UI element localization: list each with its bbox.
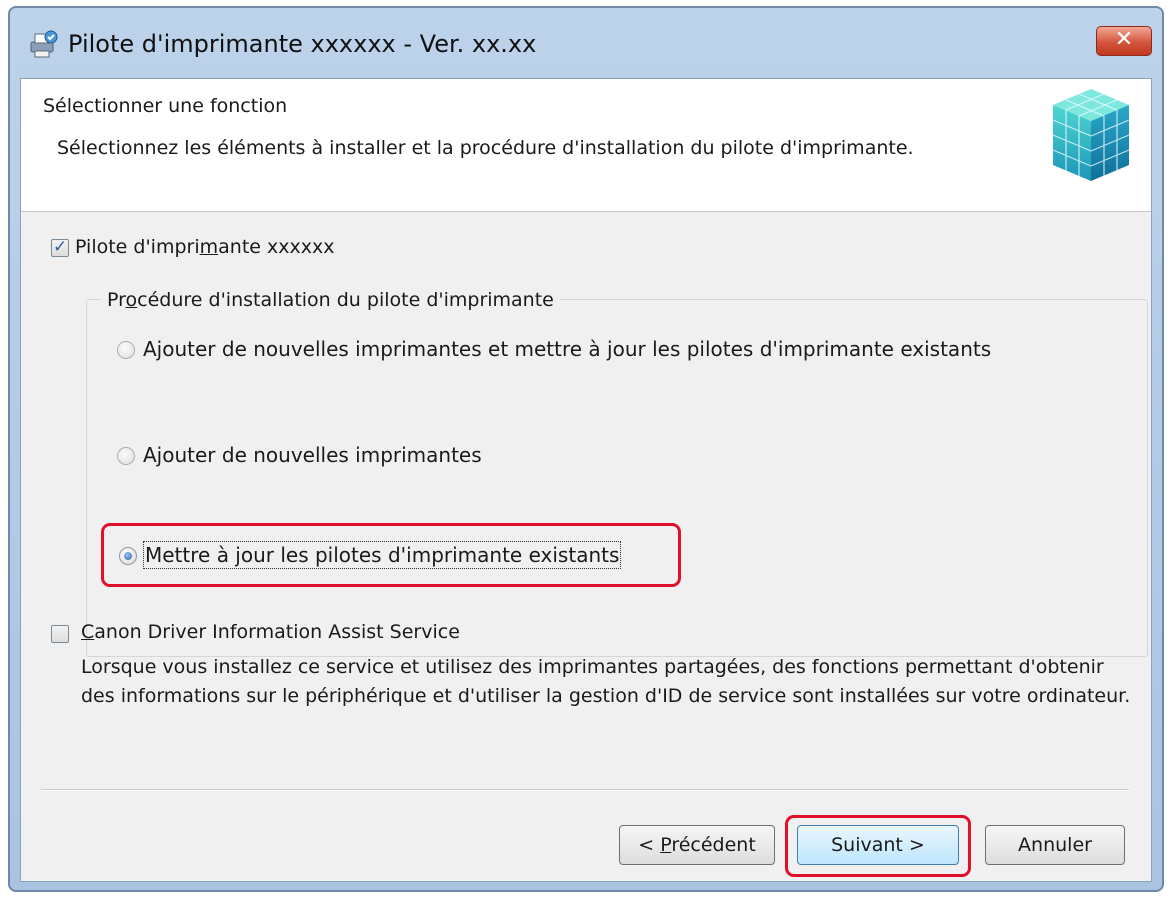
radio-update-existing[interactable] [119, 547, 137, 565]
printer-driver-label[interactable]: Pilote d'imprimante xxxxxx [75, 236, 334, 258]
button-separator [41, 789, 1129, 791]
dialog-client-area: Sélectionner une fonction Sélectionnez l… [20, 78, 1152, 882]
radio-add-new[interactable] [117, 447, 135, 465]
printer-setup-icon [30, 30, 58, 58]
radio-update-existing-label[interactable]: Mettre à jour les pilotes d'imprimante e… [142, 541, 622, 569]
page-description: Sélectionnez les éléments à installer et… [57, 137, 914, 159]
cancel-button[interactable]: Annuler [985, 825, 1125, 865]
assist-service-label[interactable]: Canon Driver Information Assist Service [81, 621, 460, 643]
assist-service-description: Lorsque vous installez ce service et uti… [81, 656, 1131, 707]
dialog-header: Sélectionner une fonction Sélectionnez l… [21, 79, 1151, 212]
cube-logo-icon [1052, 89, 1130, 181]
assist-service-checkbox[interactable] [51, 625, 69, 643]
radio-add-and-update-label[interactable]: Ajouter de nouvelles imprimantes et mett… [143, 337, 991, 361]
checkmark-icon: ✓ [53, 237, 68, 257]
back-button[interactable]: < Précédent [619, 825, 775, 865]
window-title: Pilote d'imprimante xxxxxx - Ver. xx.xx [68, 30, 537, 58]
page-title: Sélectionner une fonction [43, 95, 288, 117]
radio-selected-dot [124, 552, 132, 560]
install-procedure-legend: Procédure d'installation du pilote d'imp… [101, 289, 560, 311]
close-button[interactable]: ✕ [1096, 26, 1152, 56]
radio-add-and-update[interactable] [117, 341, 135, 359]
radio-add-new-label[interactable]: Ajouter de nouvelles imprimantes [143, 443, 482, 467]
close-icon: ✕ [1114, 27, 1134, 52]
installer-window: Pilote d'imprimante xxxxxx - Ver. xx.xx … [8, 6, 1164, 892]
title-bar[interactable]: Pilote d'imprimante xxxxxx - Ver. xx.xx … [10, 8, 1162, 78]
next-button[interactable]: Suivant > [797, 825, 959, 865]
printer-driver-checkbox[interactable]: ✓ [51, 237, 69, 257]
